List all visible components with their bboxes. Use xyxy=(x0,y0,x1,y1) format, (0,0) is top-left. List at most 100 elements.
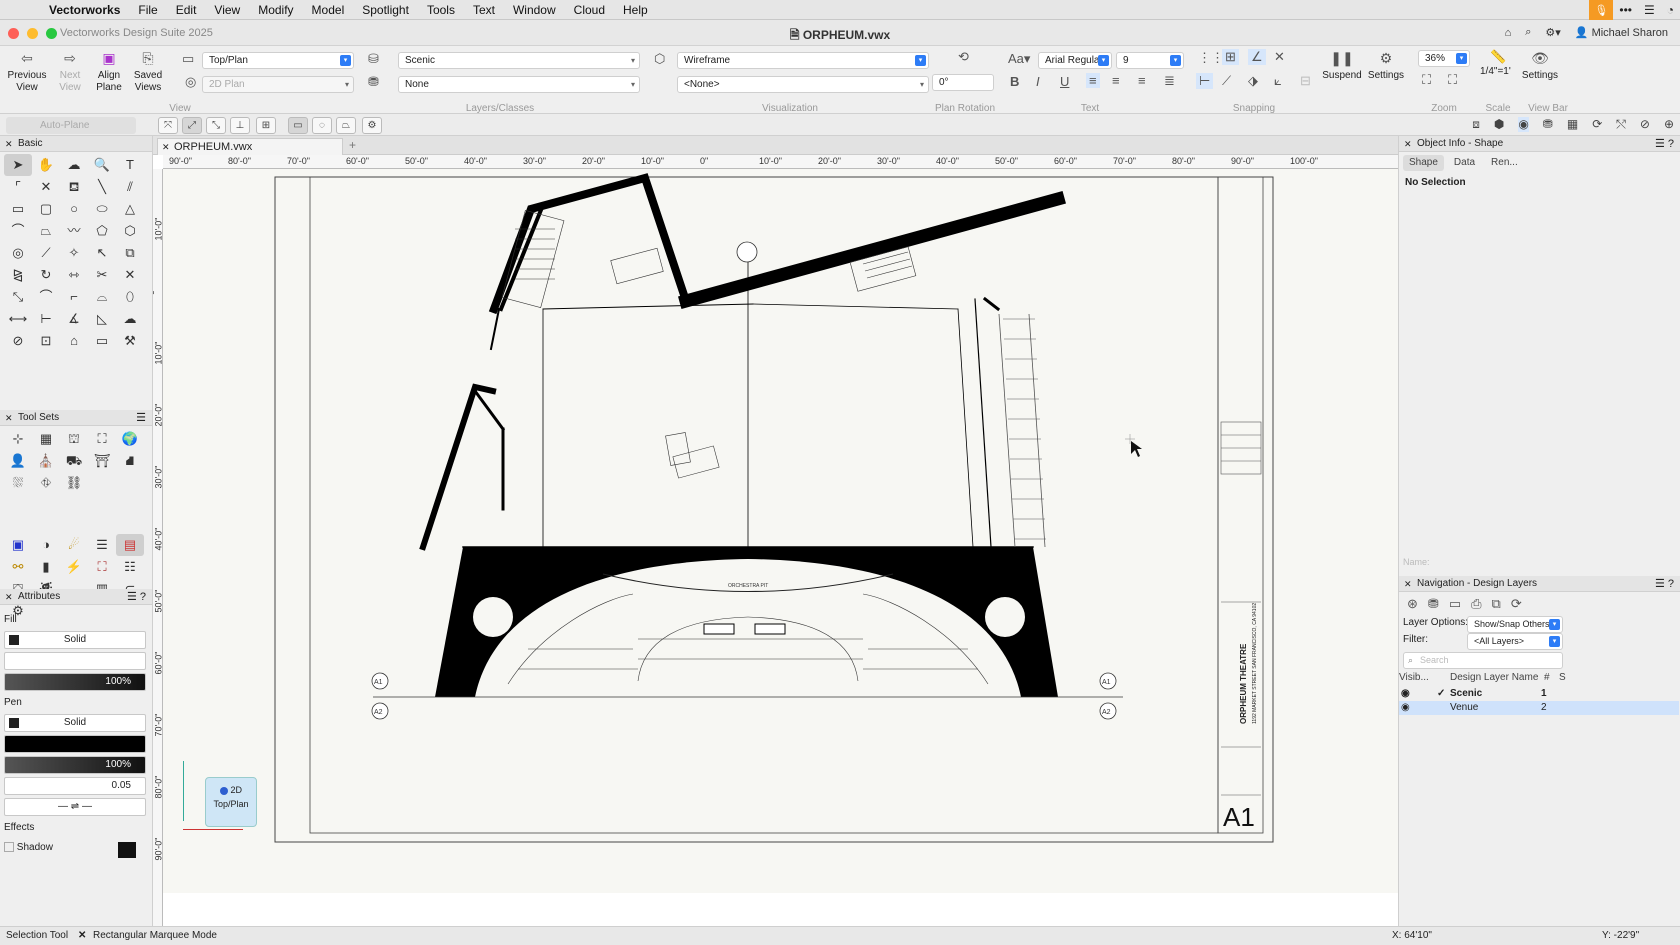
revision-cloud-icon[interactable]: ☁ xyxy=(116,308,144,330)
truss-icon[interactable]: ☰ xyxy=(88,534,116,556)
flyover-tool-icon[interactable]: ☁ xyxy=(60,154,88,176)
font-select[interactable]: Arial Regular ▾ xyxy=(1038,52,1112,69)
view-cube-badge[interactable]: 2D Top/Plan xyxy=(205,777,257,827)
floor-plan-drawing[interactable]: ORPHEUM THEATRE 1192 MARKET STREET SAN F… xyxy=(163,169,1398,893)
people-toolset-icon[interactable]: 👤 xyxy=(4,450,32,472)
column-visibility[interactable]: Visib... xyxy=(1399,671,1429,685)
snap-intersection-icon[interactable]: ✕ xyxy=(1274,49,1285,65)
drawing-canvas[interactable]: ORPHEUM THEATRE 1192 MARKET STREET SAN F… xyxy=(163,169,1398,893)
pan-tool-icon[interactable]: ✋ xyxy=(32,154,60,176)
callout-tool-icon[interactable]: ⌜ xyxy=(4,176,32,198)
menu-file[interactable]: File xyxy=(129,3,166,17)
horizontal-ruler[interactable]: 90'-0" 80'-0" 70'-0" 60'-0" 50'-0" 40'-0" 30'-… xyxy=(163,155,1398,169)
spotlight-toolset-icon[interactable]: ⛟ xyxy=(60,450,88,472)
snap-angle-icon[interactable]: ∠ xyxy=(1248,49,1266,65)
menu-modify[interactable]: Modify xyxy=(249,3,302,17)
toolsets-palette-header[interactable]: Tool Sets ☰ xyxy=(0,410,152,426)
line-markers-select[interactable]: — ⇌ — xyxy=(4,798,146,816)
arc-tool-icon[interactable]: ⌒ xyxy=(4,220,32,242)
view-select[interactable]: Top/Plan ▾ xyxy=(202,52,354,69)
saved-views-button[interactable]: ⎘ Saved Views xyxy=(128,51,168,94)
layer-row-venue[interactable]: ◉ Venue 2 xyxy=(1399,701,1679,715)
pen-opacity-bar[interactable]: 100% xyxy=(4,756,146,774)
object-info-header[interactable]: Object Info - Shape ☰ ? xyxy=(1399,136,1680,152)
search-icon[interactable]: ⌕ xyxy=(1525,26,1531,39)
navigation-header[interactable]: Navigation - Design Layers ☰ ? xyxy=(1399,576,1680,592)
shadow-checkbox[interactable] xyxy=(4,842,14,853)
selection-tool-icon[interactable]: ➤ xyxy=(4,154,32,176)
light-beam-icon[interactable]: ☄ xyxy=(60,534,88,556)
align-left-icon[interactable]: ≡ xyxy=(1086,73,1100,88)
justify-icon[interactable]: ≣ xyxy=(1164,73,1175,89)
fill-opacity-bar[interactable]: 100% xyxy=(4,673,146,691)
align-plane-button[interactable]: ▣ Align Plane xyxy=(90,51,128,94)
polyline-tool-icon[interactable]: ⏢ xyxy=(32,220,60,242)
frame-tool-icon[interactable]: ▭ xyxy=(88,330,116,352)
eye-icon[interactable]: ◉ xyxy=(1401,701,1410,715)
angular-dim-icon[interactable]: ∡ xyxy=(60,308,88,330)
snap-tangent-icon[interactable]: ⟋ xyxy=(1222,73,1231,89)
menu-edit[interactable]: Edit xyxy=(167,3,206,17)
freehand-tool-icon[interactable]: 〰 xyxy=(60,220,88,242)
text-tool-icon[interactable]: T xyxy=(116,154,144,176)
globe-icon[interactable]: ⊕ xyxy=(1664,117,1674,132)
clock-icon[interactable]: ◔ xyxy=(1667,3,1674,17)
pen-color-bar[interactable] xyxy=(4,735,146,753)
column-stack[interactable]: S xyxy=(1559,671,1566,685)
scale-value[interactable]: 1/4"=1' xyxy=(1480,66,1511,77)
reference-icon[interactable]: ⧉ xyxy=(1492,596,1501,612)
trim-tool-icon[interactable]: ✕ xyxy=(116,264,144,286)
auto-plane-button[interactable]: Auto-Plane xyxy=(6,117,136,134)
snap-distance-icon[interactable]: ⊢ xyxy=(1196,73,1214,89)
menu-model[interactable]: Model xyxy=(303,3,354,17)
mode-combine-icon[interactable]: ⤧ xyxy=(158,117,178,134)
sheet-icon[interactable]: ▭ xyxy=(1449,596,1461,612)
filter-select[interactable]: <All Layers> ▾ xyxy=(1467,633,1563,650)
projection-select[interactable]: 2D Plan ▾ xyxy=(202,76,354,93)
menu-icon[interactable]: ☰ ? xyxy=(127,589,146,605)
hoist-icon[interactable]: ⚯ xyxy=(4,556,32,578)
layers-stack-icon[interactable]: ⛃ xyxy=(1543,117,1553,132)
landmark-toolset-icon[interactable]: ⛪ xyxy=(32,450,60,472)
previous-view-button[interactable]: ⇦ Previous View xyxy=(6,51,48,94)
snap-edge-icon[interactable]: ⟀ xyxy=(1274,73,1282,89)
next-view-button[interactable]: ⇨ Next View xyxy=(52,51,88,94)
lighting-device-icon[interactable]: ▣ xyxy=(4,534,32,556)
basic-palette-header[interactable]: Basic xyxy=(0,136,152,152)
site-toolset-icon[interactable]: 🌍 xyxy=(116,428,144,450)
bold-icon[interactable]: B xyxy=(1010,74,1019,89)
layer-row-scenic[interactable]: ◉ ✓ Scenic 1 xyxy=(1399,687,1679,701)
column-number[interactable]: # xyxy=(1544,671,1550,685)
hexagon-tool-icon[interactable]: ⬡ xyxy=(116,220,144,242)
truss-toolset-icon[interactable]: ⛓ xyxy=(60,472,88,494)
mode-transform-icon[interactable]: ⊞ xyxy=(256,117,276,134)
visibility-toggle-icon[interactable]: ◉ xyxy=(1518,117,1529,132)
fillet-tool-icon[interactable]: ⌒ xyxy=(32,286,60,308)
polygon-tool-icon[interactable]: ⬠ xyxy=(88,220,116,242)
dimension-tool-icon[interactable]: ⟷ xyxy=(4,308,32,330)
mode-interactive-icon[interactable]: ⊥ xyxy=(230,117,250,134)
menu-view[interactable]: View xyxy=(205,3,249,17)
more-icon[interactable]: ••• xyxy=(1619,3,1632,17)
font-size-select[interactable]: 9 ▾ xyxy=(1116,52,1184,69)
fit-to-objects-icon[interactable]: ⛶ xyxy=(1448,72,1457,88)
zoom-tool-icon[interactable]: 🔍 xyxy=(88,154,116,176)
3d-view-icon[interactable]: ⬢ xyxy=(1494,117,1504,132)
menu-window[interactable]: Window xyxy=(504,3,565,17)
fit-to-window-icon[interactable]: ⛶ xyxy=(1422,72,1431,88)
line-thickness-select[interactable]: 0.05 xyxy=(4,777,146,795)
double-line-tool-icon[interactable]: ⫽ xyxy=(116,176,144,198)
menu-text[interactable]: Text xyxy=(464,3,504,17)
plan-rotation-icon[interactable]: ⟲ xyxy=(958,49,969,65)
detailing-toolset-icon[interactable]: ⛶ xyxy=(88,428,116,450)
focus-point-icon[interactable]: ◑ xyxy=(32,534,60,556)
rectangular-marquee-icon[interactable]: ▭ xyxy=(288,117,308,134)
selection-settings-icon[interactable]: ⚙ xyxy=(362,117,382,134)
lasso-marquee-icon[interactable]: ◌ xyxy=(312,117,332,134)
camera-view-icon[interactable]: ⎙ xyxy=(1471,596,1481,612)
menu-icon[interactable]: ☰ ? xyxy=(1655,576,1674,592)
menu-tools[interactable]: Tools xyxy=(418,3,464,17)
constrained-dim-icon[interactable]: ⊢ xyxy=(32,308,60,330)
snap-point-icon[interactable]: ⬗ xyxy=(1248,73,1258,89)
chamfer-tool-icon[interactable]: ⌐ xyxy=(60,286,88,308)
